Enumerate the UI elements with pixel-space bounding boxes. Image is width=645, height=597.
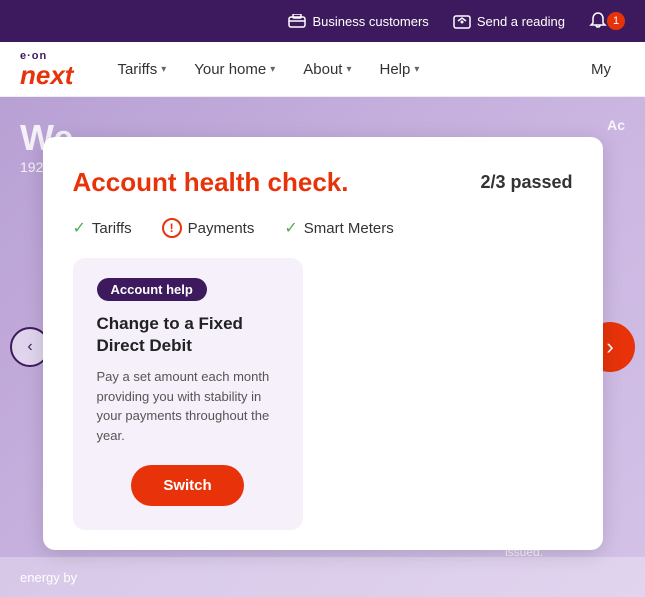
health-check-modal: Account health check. 2/3 passed ✓ Tarif… — [43, 137, 603, 550]
warning-icon: ! — [162, 218, 182, 238]
check-smart-meters: ✓ Smart Meters — [284, 218, 393, 238]
briefcase-icon — [288, 12, 306, 30]
chevron-down-icon: ▾ — [346, 64, 351, 75]
passed-badge: 2/3 passed — [480, 172, 572, 193]
nav-help[interactable]: Help ▾ — [366, 42, 434, 97]
help-card-title: Change to a Fixed Direct Debit — [97, 313, 279, 357]
modal-header: Account health check. 2/3 passed — [73, 167, 573, 198]
logo[interactable]: e·on next — [20, 50, 73, 88]
send-reading-link[interactable]: Send a reading — [453, 12, 565, 30]
send-reading-label: Send a reading — [477, 14, 565, 29]
tariffs-label: Tariffs — [92, 220, 132, 237]
check-tariffs: ✓ Tariffs — [73, 218, 132, 238]
check-payments: ! Payments — [162, 218, 255, 238]
switch-button[interactable]: Switch — [131, 465, 243, 506]
smart-meters-label: Smart Meters — [304, 220, 394, 237]
main-background: We 192 G... Ac ‹ Account health check. 2… — [0, 97, 645, 597]
notification-count: 1 — [607, 12, 625, 30]
top-bar: Business customers Send a reading 1 — [0, 0, 645, 42]
modal-title: Account health check. — [73, 167, 349, 198]
nav-my-account[interactable]: My — [577, 42, 625, 97]
nav-tariffs-label: Tariffs — [117, 61, 157, 78]
nav-bar: e·on next Tariffs ▾ Your home ▾ About ▾ … — [0, 42, 645, 97]
help-badge: Account help — [97, 278, 207, 301]
business-customers-link[interactable]: Business customers — [288, 12, 428, 30]
business-customers-label: Business customers — [312, 14, 428, 29]
bottom-bar: energy by — [0, 557, 645, 597]
checks-row: ✓ Tariffs ! Payments ✓ Smart Meters — [73, 218, 573, 238]
bell-icon — [589, 12, 607, 30]
chevron-down-icon: ▾ — [161, 64, 166, 75]
nav-tariffs[interactable]: Tariffs ▾ — [103, 42, 180, 97]
help-card: Account help Change to a Fixed Direct De… — [73, 258, 303, 530]
arrow-left-icon: ‹ — [27, 338, 32, 356]
payments-label: Payments — [188, 220, 255, 237]
nav-my-account-label: My — [591, 61, 611, 78]
chevron-down-icon: ▾ — [270, 64, 275, 75]
help-card-description: Pay a set amount each month providing yo… — [97, 367, 279, 445]
notifications-button[interactable]: 1 — [589, 12, 625, 30]
nav-about-label: About — [303, 61, 342, 78]
nav-your-home-label: Your home — [194, 61, 266, 78]
checkmark-icon: ✓ — [73, 218, 86, 238]
nav-about[interactable]: About ▾ — [289, 42, 365, 97]
account-label: Ac — [607, 117, 625, 133]
nav-help-label: Help — [380, 61, 411, 78]
arrow-right-icon: › — [606, 334, 613, 360]
chevron-down-icon: ▾ — [414, 64, 419, 75]
nav-your-home[interactable]: Your home ▾ — [180, 42, 289, 97]
meter-icon — [453, 12, 471, 30]
checkmark-icon: ✓ — [284, 218, 297, 238]
energy-text: energy by — [20, 570, 77, 585]
logo-next: next — [20, 62, 73, 88]
